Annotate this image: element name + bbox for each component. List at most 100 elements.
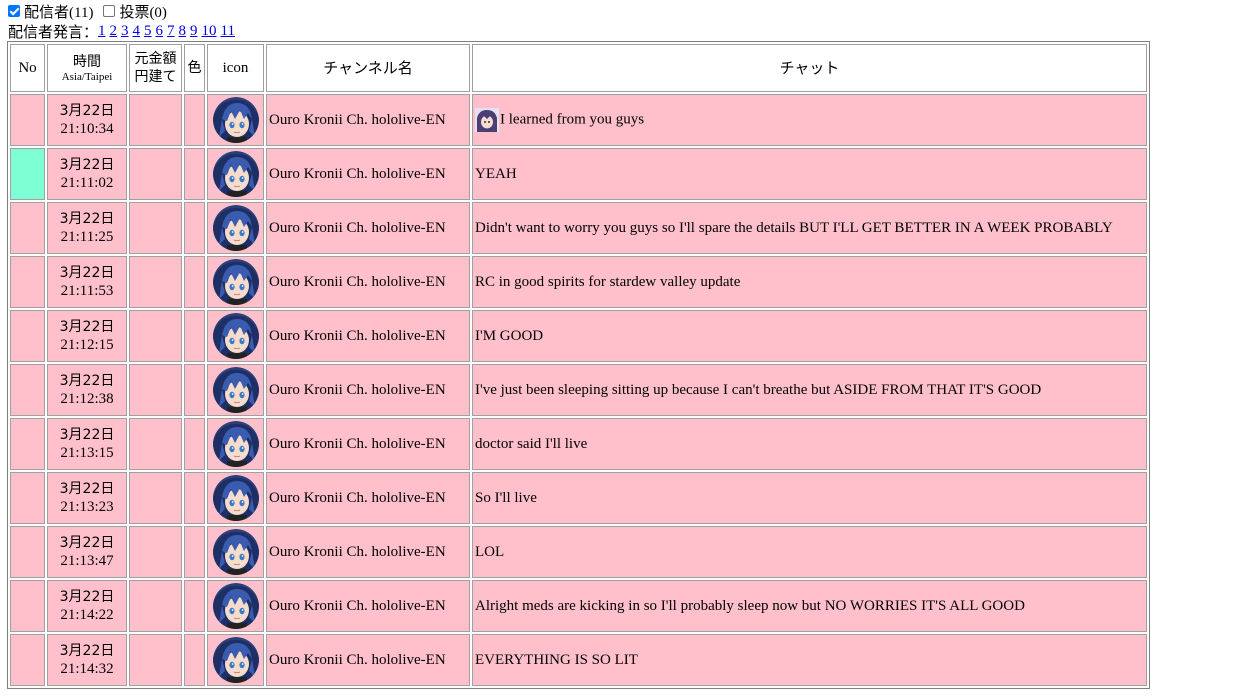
- header-time-label: 時間: [73, 54, 101, 70]
- row-color-cell: [184, 202, 205, 254]
- row-message-text: Didn't want to worry you guys so I'll sp…: [475, 219, 1113, 236]
- pager-link[interactable]: 3: [121, 23, 129, 39]
- table-row: 3月22日 21:13:47 Ouro Kronii Ch. hololive-EN…: [10, 526, 1147, 578]
- vote-filter-label[interactable]: 投票(0): [119, 1, 167, 22]
- row-message-text: I learned from you guys: [500, 111, 645, 128]
- row-no-cell: [10, 310, 45, 362]
- pager-links: 1 2 3 4 5 6 7 8 9 10 11: [98, 23, 239, 40]
- channel-avatar-icon: [212, 421, 259, 467]
- row-time: 21:12:15: [60, 337, 114, 353]
- row-time-cell: 3月22日 21:14:32: [47, 634, 127, 686]
- row-time: 21:14:22: [60, 607, 114, 623]
- table-row: 3月22日 21:11:53 Ouro Kronii Ch. hololive-EN…: [10, 256, 1147, 308]
- channel-avatar-icon: [212, 97, 259, 143]
- pager-link[interactable]: 8: [179, 23, 187, 39]
- row-channel-name: Ouro Kronii Ch. hololive-EN: [266, 310, 470, 362]
- row-channel-name: Ouro Kronii Ch. hololive-EN: [266, 148, 470, 200]
- row-amount-cell: [129, 310, 182, 362]
- row-message-cell: I'M GOOD: [472, 310, 1147, 362]
- header-amount: 元金額 円建て: [129, 44, 182, 92]
- channel-avatar-icon: [212, 637, 259, 683]
- table-row: 3月22日 21:13:15 Ouro Kronii Ch. hololive-EN…: [10, 418, 1147, 470]
- vote-filter-checkbox[interactable]: [103, 5, 116, 17]
- row-message-cell: RC in good spirits for stardew valley up…: [472, 256, 1147, 308]
- row-date: 3月22日: [59, 157, 115, 173]
- header-timezone: Asia/Taipei: [61, 71, 113, 83]
- row-no-cell: [10, 256, 45, 308]
- channel-avatar-icon: [212, 259, 259, 305]
- row-time-cell: 3月22日 21:10:34: [47, 94, 127, 146]
- row-color-cell: [184, 94, 205, 146]
- row-message-cell: EVERYTHING IS SO LIT: [472, 634, 1147, 686]
- chat-table: No 時間 Asia/Taipei 元金額 円建て 色 icon チャンネル名 …: [7, 41, 1150, 689]
- row-time: 21:13:47: [60, 553, 114, 569]
- row-date: 3月22日: [59, 373, 115, 389]
- row-color-cell: [184, 148, 205, 200]
- row-message-text: doctor said I'll live: [475, 435, 588, 452]
- row-time-cell: 3月22日 21:11:02: [47, 148, 127, 200]
- row-time: 21:11:25: [60, 229, 114, 245]
- row-color-cell: [184, 580, 205, 632]
- row-message-text: YEAH: [475, 165, 517, 182]
- pager-link[interactable]: 4: [133, 23, 141, 39]
- row-no-cell: [10, 94, 45, 146]
- row-channel-name: Ouro Kronii Ch. hololive-EN: [266, 202, 470, 254]
- streamer-message-pager: 配信者発言： 1 2 3 4 5 6 7 8 9 10 11: [8, 22, 239, 41]
- table-row: 3月22日 21:11:02 Ouro Kronii Ch. hololive-EN…: [10, 148, 1147, 200]
- row-no-cell: [10, 472, 45, 524]
- row-time: 21:10:34: [60, 121, 114, 137]
- row-amount-cell: [129, 418, 182, 470]
- row-no-cell: [10, 634, 45, 686]
- row-date: 3月22日: [59, 211, 115, 227]
- row-time-cell: 3月22日 21:13:23: [47, 472, 127, 524]
- header-no: No: [10, 44, 45, 92]
- pager-link[interactable]: 7: [167, 23, 175, 39]
- row-color-cell: [184, 418, 205, 470]
- row-time: 21:12:38: [60, 391, 114, 407]
- row-time: 21:11:53: [60, 283, 114, 299]
- header-amount-line1: 元金額: [134, 51, 177, 67]
- row-no-cell: [10, 364, 45, 416]
- row-message-text: RC in good spirits for stardew valley up…: [475, 273, 741, 290]
- pager-link[interactable]: 2: [110, 23, 118, 39]
- table-row: 3月22日 21:13:23 Ouro Kronii Ch. hololive-EN…: [10, 472, 1147, 524]
- row-message-cell: Didn't want to worry you guys so I'll sp…: [472, 202, 1147, 254]
- row-amount-cell: [129, 526, 182, 578]
- row-no-cell: [10, 202, 45, 254]
- row-message-text: I'M GOOD: [475, 327, 544, 344]
- row-color-cell: [184, 472, 205, 524]
- pager-link[interactable]: 1: [98, 23, 106, 39]
- row-icon-cell: [207, 526, 264, 578]
- row-time-cell: 3月22日 21:11:53: [47, 256, 127, 308]
- pager-link[interactable]: 5: [144, 23, 152, 39]
- row-message-cell: I learned from you guys: [472, 94, 1147, 146]
- row-date: 3月22日: [59, 643, 115, 659]
- pager-link[interactable]: 10: [202, 23, 217, 39]
- pager-link[interactable]: 9: [190, 23, 198, 39]
- row-color-cell: [184, 634, 205, 686]
- row-amount-cell: [129, 256, 182, 308]
- table-row: 3月22日 21:12:38 Ouro Kronii Ch. hololive-EN…: [10, 364, 1147, 416]
- channel-avatar-icon: [212, 313, 259, 359]
- filter-bar: 配信者(11) 投票(0): [8, 1, 173, 22]
- row-channel-name: Ouro Kronii Ch. hololive-EN: [266, 634, 470, 686]
- row-message-cell: LOL: [472, 526, 1147, 578]
- row-date: 3月22日: [59, 319, 115, 335]
- pager-link[interactable]: 11: [221, 23, 235, 39]
- table-row: 3月22日 21:10:34 Ouro Kronii Ch. hololive-EN…: [10, 94, 1147, 146]
- row-time: 21:13:15: [60, 445, 114, 461]
- row-date: 3月22日: [59, 427, 115, 443]
- row-color-cell: [184, 364, 205, 416]
- pager-label: 配信者発言：: [8, 24, 99, 41]
- streamer-filter-label[interactable]: 配信者(11): [24, 1, 93, 22]
- pager-link[interactable]: 6: [156, 23, 164, 39]
- row-message-text: So I'll live: [475, 489, 537, 506]
- row-icon-cell: [207, 202, 264, 254]
- row-icon-cell: [207, 634, 264, 686]
- row-time-cell: 3月22日 21:11:25: [47, 202, 127, 254]
- row-time-cell: 3月22日 21:12:38: [47, 364, 127, 416]
- streamer-filter-checkbox[interactable]: [8, 5, 20, 17]
- row-no-cell: [10, 526, 45, 578]
- row-color-cell: [184, 256, 205, 308]
- table-row: 3月22日 21:14:32 Ouro Kronii Ch. hololive-EN…: [10, 634, 1147, 686]
